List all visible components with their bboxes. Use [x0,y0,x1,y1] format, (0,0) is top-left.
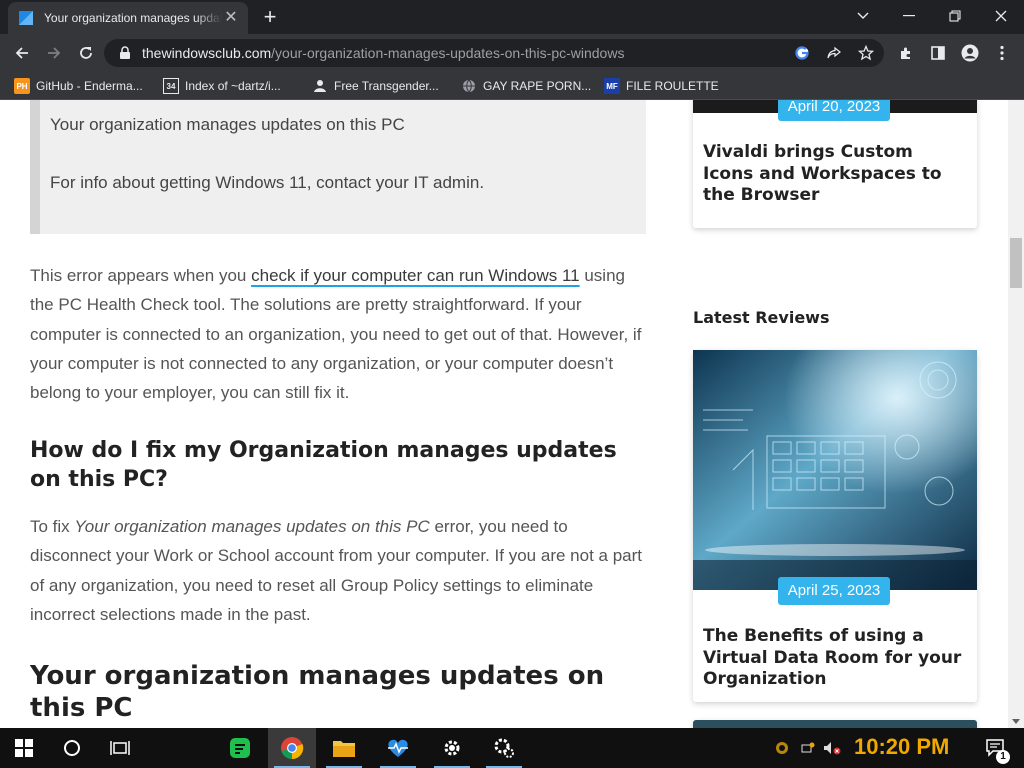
url-host: thewindowsclub.com [142,45,272,61]
sidebar-post-card-3[interactable] [693,720,977,728]
taskbar-app-settings-2[interactable] [480,728,528,768]
lock-icon [120,46,130,59]
scrollbar-thumb[interactable] [1010,238,1022,288]
taskbar-app-chrome[interactable] [268,728,316,768]
windows-club-favicon-icon [19,11,33,25]
virtual-data-room-image [693,350,977,590]
tray-app-icon[interactable] [770,728,794,768]
restore-icon[interactable] [932,0,978,32]
file-explorer-icon [333,741,355,757]
heading-how-to-fix: How do I fix my Organization manages upd… [30,438,617,492]
share-icon[interactable] [820,39,848,67]
bookmark-label: Free Transgender... [334,79,439,93]
p2-text-before: To fix [30,517,75,536]
p2-emphasis: Your organization manages updates on thi… [74,517,430,536]
side-panel-icon[interactable] [924,39,952,67]
new-tab-icon[interactable]: + [258,6,282,30]
bookmark-label: Index of ~dartz/i... [185,79,281,93]
bookmark-globe[interactable]: GAY RAPE PORN... [461,77,591,95]
notification-count-badge: 1 [996,750,1010,764]
taskbar-app-notes[interactable] [216,728,264,768]
quote-line-2: For info about getting Windows 11, conta… [50,173,485,192]
article-paragraph-1: This error appears when you check if you… [30,261,646,407]
mf-icon: MF [604,78,620,94]
tab-search-icon[interactable] [840,0,886,32]
back-icon[interactable] [8,39,36,67]
tray-shield-icon [776,742,788,754]
extensions-icon[interactable] [892,39,920,67]
card-2-date-badge: April 25, 2023 [778,577,890,605]
network-icon[interactable] [796,728,820,768]
close-window-icon[interactable] [978,0,1024,32]
article-paragraph-2: To fix Your organization manages updates… [30,512,646,629]
notifications-button[interactable]: 1 [976,728,1016,768]
p1-text-after: using the PC Health Check tool. The solu… [30,266,642,403]
task-view-icon [110,741,130,755]
latest-reviews-heading: Latest Reviews [693,308,830,327]
cortana-circle-icon [64,740,80,756]
bookmark-label: GAY RAPE PORN... [483,79,592,93]
search-button[interactable] [48,728,96,768]
person-icon [312,78,328,94]
network-tray-icon [801,742,815,753]
chrome-menu-icon[interactable] [988,39,1016,67]
scroll-down-arrow-icon[interactable] [1012,719,1020,724]
bookmark-file-roulette[interactable]: MF FILE ROULETTE [604,77,719,95]
bookmark-label: GitHub - Enderma... [36,79,143,93]
page-scrollbar[interactable] [1008,100,1024,728]
volume-icon[interactable] [820,728,844,768]
task-view-button[interactable] [96,728,144,768]
windows-logo-icon [15,739,33,757]
p1-text-before: This error appears when you [30,266,252,285]
volume-muted-icon [824,742,841,755]
pc-health-check-link[interactable]: check if your computer can run Windows 1… [251,266,580,285]
taskbar-app-explorer[interactable] [320,728,368,768]
bookmark-github[interactable]: PH GitHub - Enderma... [14,77,143,95]
gears-icon [494,738,514,758]
sidebar-post-card-2[interactable]: April 25, 2023 The Benefits of using a V… [693,350,977,702]
reload-icon[interactable] [72,39,100,67]
url-path: /your-organization-manages-updates-on-th… [271,45,625,61]
error-message-quote: Your organization manages updates on thi… [30,100,646,234]
taskbar-clock[interactable]: 10:20 PM [854,734,949,760]
tab-close-icon[interactable]: ✕ [222,9,240,27]
card-1-title[interactable]: Vivaldi brings Custom Icons and Workspac… [703,142,963,207]
bookmark-index[interactable]: 34 Index of ~dartz/i... [163,77,281,95]
ph-icon: PH [14,78,30,94]
tab-active[interactable]: Your organization manages updates on thi… [8,2,248,34]
pc-health-check-icon [388,739,408,757]
folder-icon: 34 [163,78,179,94]
heading-section-title: Your organization manages updates on thi… [30,661,605,723]
bookmark-star-icon[interactable] [852,39,880,67]
card-2-title[interactable]: The Benefits of using a Virtual Data Roo… [703,626,963,691]
tab-strip: Your organization manages updates on thi… [0,0,1024,34]
start-button[interactable] [0,728,48,768]
google-lens-icon[interactable] [788,39,816,67]
taskbar-app-health[interactable] [374,728,422,768]
bookmark-free[interactable]: Free Transgender... [312,77,439,95]
page-viewport: Your organization manages updates on thi… [0,100,1008,728]
profile-avatar-icon[interactable] [956,39,984,67]
green-notes-icon [230,738,250,758]
globe-icon [461,78,477,94]
windows-taskbar: 10:20 PM 1 [0,728,1024,768]
address-bar[interactable]: thewindowsclub.com/your-organization-man… [104,39,884,67]
minimize-icon[interactable] [886,0,932,32]
card-1-date-badge: April 20, 2023 [778,100,890,121]
gear-icon [444,740,460,756]
taskbar-app-settings[interactable] [428,728,476,768]
url-text: thewindowsclub.com/your-organization-man… [142,45,624,61]
browser-toolbar: thewindowsclub.com/your-organization-man… [0,34,1024,72]
tab-title: Your organization manages updates on thi… [44,11,222,25]
bookmarks-bar: PH GitHub - Enderma... 34 Index of ~dart… [0,72,1024,100]
forward-icon[interactable] [40,39,68,67]
chrome-icon [281,737,304,760]
bookmark-label: FILE ROULETTE [626,79,719,93]
sidebar-post-card-1[interactable]: April 20, 2023 Vivaldi brings Custom Ico… [693,100,977,228]
quote-line-1: Your organization manages updates on thi… [50,115,405,134]
